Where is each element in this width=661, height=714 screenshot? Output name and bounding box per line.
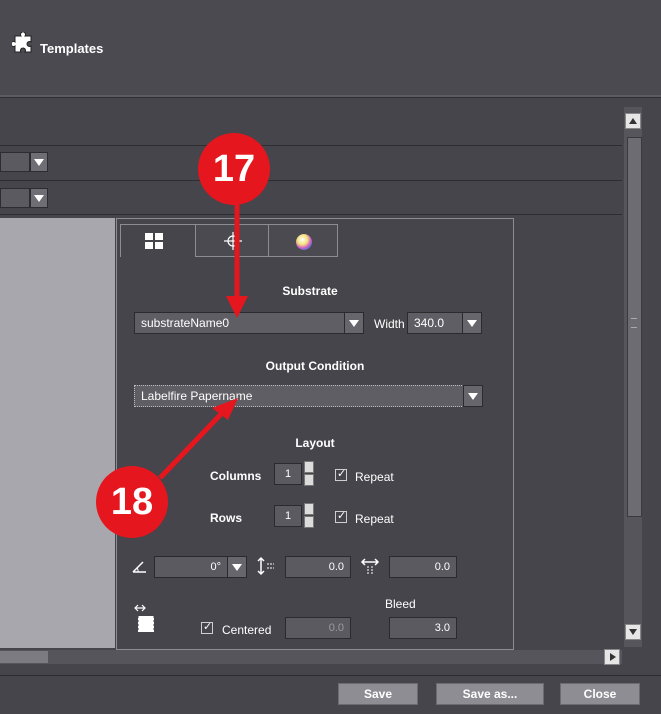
annotation-marker-17: 17	[198, 133, 270, 205]
annotation-marker-18: 18	[96, 466, 168, 538]
arrowhead-17	[226, 296, 248, 318]
annotation-arrows	[158, 196, 248, 480]
annotation-arrow-18	[158, 411, 224, 480]
